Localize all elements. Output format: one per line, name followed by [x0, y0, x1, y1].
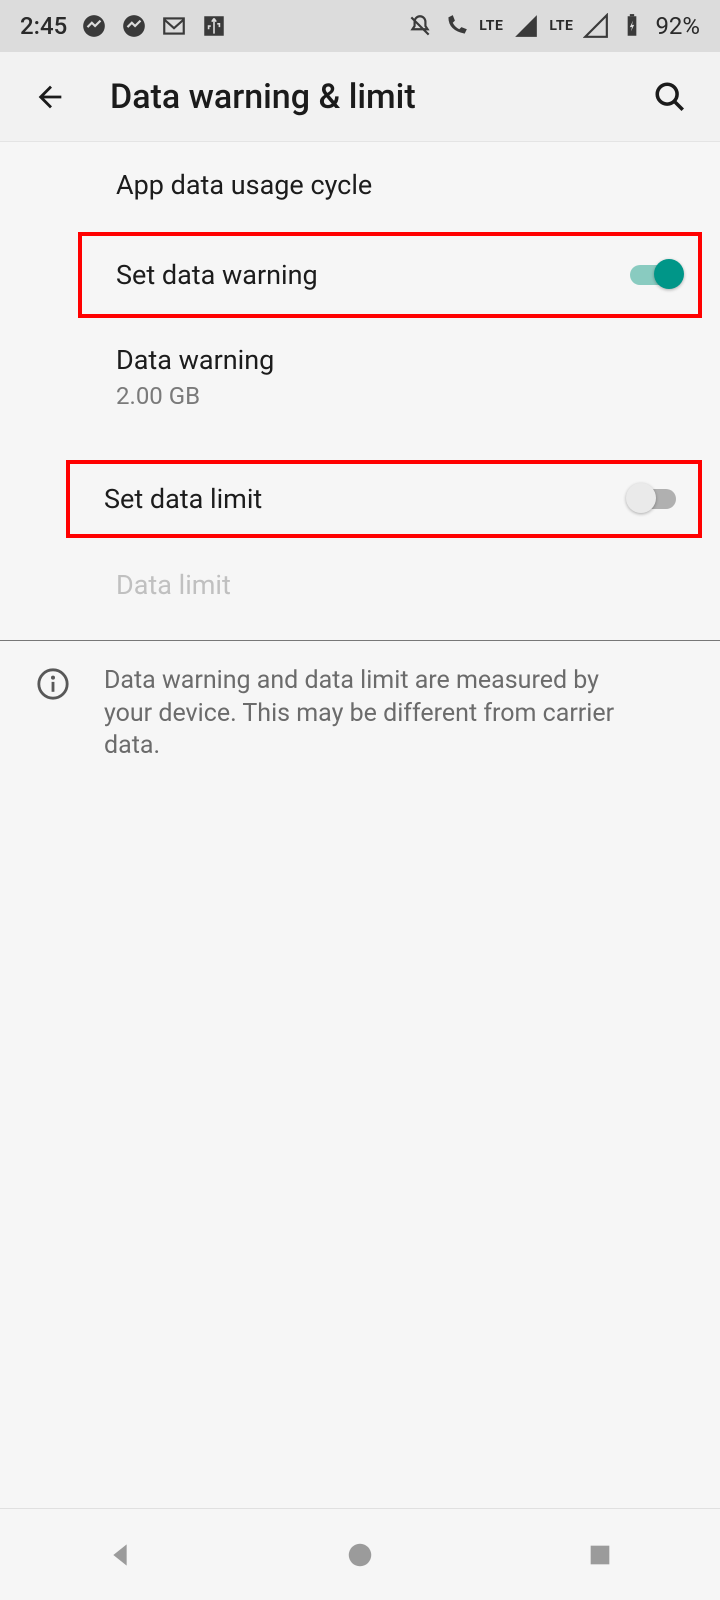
- signal-icon-2: [583, 13, 609, 39]
- row-label: Set data limit: [104, 483, 626, 515]
- toggle-set-data-warning[interactable]: [626, 257, 684, 293]
- messenger-icon-2: [121, 13, 147, 39]
- status-time: 2:45: [20, 12, 67, 40]
- row-secondary: 2.00 GB: [116, 382, 690, 410]
- search-button[interactable]: [650, 77, 690, 117]
- row-label: Data limit: [116, 569, 690, 601]
- back-button[interactable]: [30, 77, 70, 117]
- usb-icon: [201, 13, 227, 39]
- row-label: App data usage cycle: [116, 169, 690, 201]
- row-app-data-usage-cycle[interactable]: App data usage cycle: [0, 142, 720, 228]
- status-bar: 2:45 LTE LTE 92%: [0, 0, 720, 52]
- wifi-call-icon: [443, 13, 469, 39]
- battery-percentage: 92%: [655, 12, 700, 40]
- app-bar: Data warning & limit: [0, 52, 720, 142]
- page-title: Data warning & limit: [110, 77, 650, 117]
- battery-charging-icon: [619, 13, 645, 39]
- lte-label-1: LTE: [479, 18, 503, 34]
- nav-recent-button[interactable]: [578, 1533, 622, 1577]
- nav-back-button[interactable]: [98, 1533, 142, 1577]
- messenger-icon: [81, 13, 107, 39]
- lte-label-2: LTE: [549, 18, 573, 34]
- nav-home-button[interactable]: [338, 1533, 382, 1577]
- info-row: Data warning and data limit are measured…: [0, 641, 720, 787]
- row-label: Set data warning: [116, 259, 626, 291]
- signal-icon-1: [513, 13, 539, 39]
- mute-icon: [407, 13, 433, 39]
- settings-list: App data usage cycle Set data warning Da…: [0, 142, 720, 787]
- gmail-icon: [161, 13, 187, 39]
- row-data-limit: Data limit: [0, 542, 720, 628]
- row-data-warning[interactable]: Data warning 2.00 GB: [0, 322, 720, 432]
- toggle-set-data-limit[interactable]: [626, 481, 684, 517]
- row-set-data-warning[interactable]: Set data warning: [78, 232, 702, 318]
- row-label: Data warning: [116, 344, 690, 376]
- navigation-bar: [0, 1508, 720, 1600]
- info-text: Data warning and data limit are measured…: [104, 665, 690, 763]
- row-set-data-limit[interactable]: Set data limit: [66, 460, 702, 538]
- info-icon: [36, 667, 70, 701]
